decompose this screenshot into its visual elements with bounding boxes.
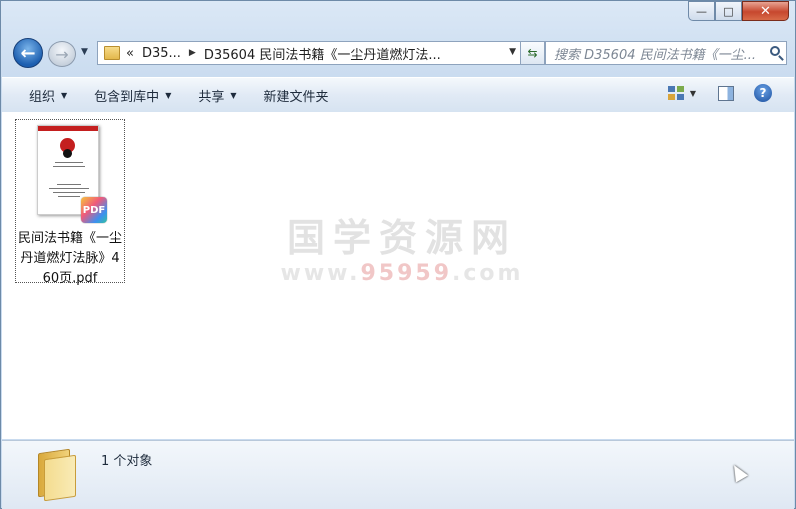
title-buttons: — □ ✕ — [688, 1, 789, 21]
chevron-right-icon[interactable]: ▶ — [189, 48, 196, 58]
arrow-left-icon: ← — [20, 42, 36, 64]
new-folder-label: 新建文件夹 — [263, 89, 329, 105]
close-button[interactable]: ✕ — [742, 1, 789, 21]
file-name: 民间法书籍《一尘丹道燃灯法脉》460页.pdf — [18, 231, 123, 286]
share-button[interactable]: 共享 ▼ — [198, 86, 236, 105]
include-in-library-button[interactable]: 包含到库中 ▼ — [94, 86, 171, 105]
view-options-dropdown[interactable]: ▼ — [690, 89, 696, 98]
mouse-cursor-icon — [727, 461, 749, 483]
pdf-file-icon: PDF — [81, 197, 107, 223]
search-icon — [770, 46, 780, 56]
forward-button[interactable]: → — [48, 41, 76, 67]
recent-pages-dropdown[interactable]: ▼ — [81, 47, 88, 57]
organize-button[interactable]: 组织 ▼ — [29, 86, 67, 105]
toolbar-right: ▼ ? — [667, 84, 772, 102]
chevron-down-icon: ▼ — [165, 90, 172, 100]
address-segment-parent[interactable]: D35... — [142, 46, 181, 61]
file-list-pane[interactable]: 国学资源网 www.95959.com PDF 民间法书籍《一尘丹道燃灯法脉》4… — [2, 112, 794, 439]
include-in-library-label: 包含到库中 — [94, 89, 160, 105]
search-placeholder: 搜索 D35604 民间法书籍《一尘... — [554, 47, 757, 63]
new-folder-button[interactable]: 新建文件夹 — [264, 86, 329, 105]
watermark: 国学资源网 www.95959.com — [277, 215, 527, 286]
folder-icon — [104, 46, 120, 60]
address-bar[interactable]: « D35... ▶ D35604 民间法书籍《一尘丹道燃灯法... ▼ — [97, 41, 521, 65]
organize-label: 组织 — [29, 89, 56, 105]
chevron-down-icon: ▼ — [230, 90, 237, 100]
help-icon[interactable]: ? — [754, 84, 772, 102]
minimize-button[interactable]: — — [688, 1, 715, 21]
search-input[interactable]: 搜索 D35604 民间法书籍《一尘... — [545, 41, 787, 65]
maximize-button[interactable]: □ — [715, 1, 742, 21]
share-label: 共享 — [198, 89, 225, 105]
preview-pane-icon[interactable] — [718, 85, 734, 101]
chevron-down-icon: ▼ — [61, 90, 68, 100]
address-overflow[interactable]: « — [126, 46, 134, 61]
command-bar: 组织 ▼ 包含到库中 ▼ 共享 ▼ 新建文件夹 ▼ ? — [2, 77, 794, 113]
back-button[interactable]: ← — [13, 38, 43, 68]
watermark-url: www.95959.com — [280, 261, 524, 286]
refresh-button[interactable]: ⇆ — [521, 41, 545, 65]
address-dropdown-icon[interactable]: ▼ — [509, 47, 516, 57]
explorer-window: — □ ✕ ← → ▼ « D35... ▶ D35604 民间法书籍《一尘丹道… — [0, 0, 796, 509]
watermark-title: 国学资源网 — [286, 216, 517, 260]
arrow-right-icon: → — [55, 44, 69, 64]
refresh-icon: ⇆ — [527, 46, 538, 60]
change-view-icon[interactable] — [667, 86, 684, 100]
folder-icon — [34, 448, 78, 502]
address-segment-current[interactable]: D35604 民间法书籍《一尘丹道燃灯法... — [204, 44, 441, 63]
navigation-bar: ← → ▼ « D35... ▶ D35604 民间法书籍《一尘丹道燃灯法...… — [11, 38, 787, 68]
file-item[interactable]: PDF 民间法书籍《一尘丹道燃灯法脉》460页.pdf — [15, 119, 125, 286]
item-count: 1 个对象 — [101, 454, 153, 469]
details-pane: 1 个对象 — [2, 440, 794, 509]
